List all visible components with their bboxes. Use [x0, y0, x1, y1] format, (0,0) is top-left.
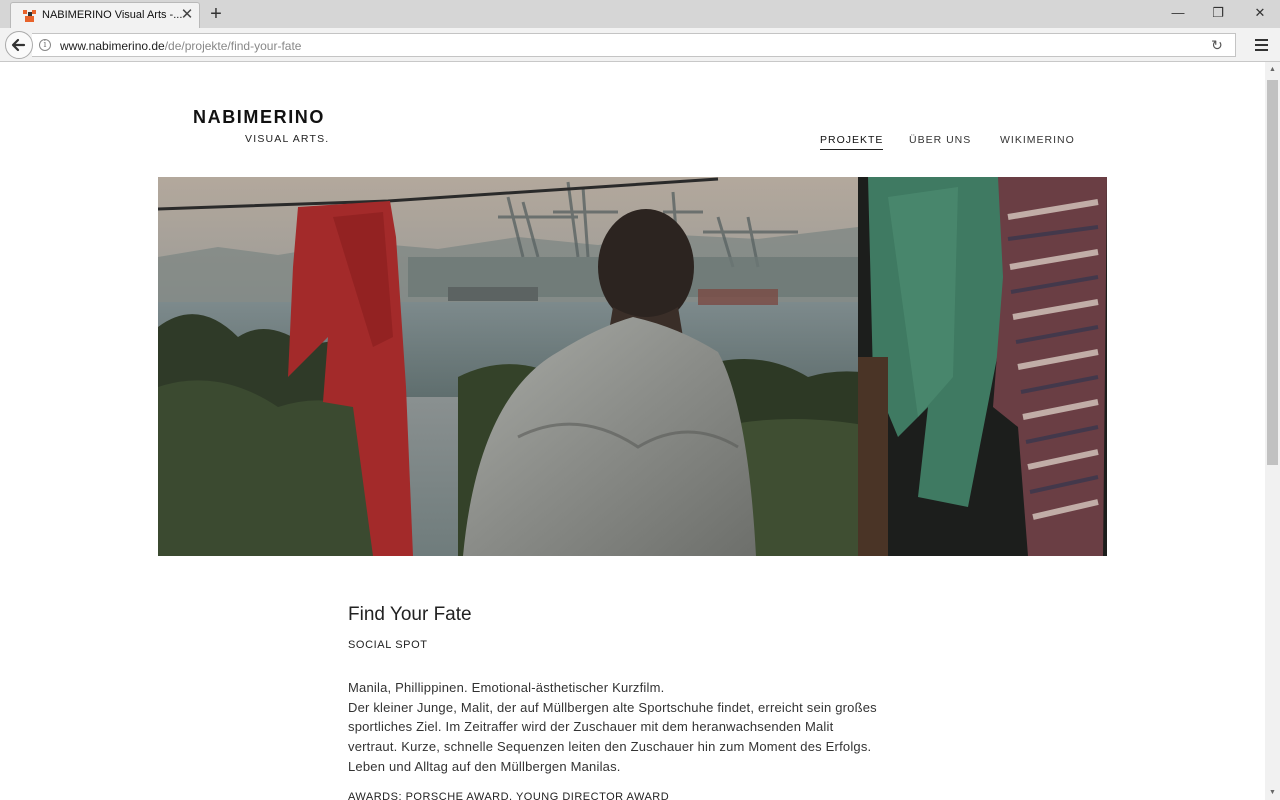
browser-tab-active[interactable]: NABIMERINO Visual Arts -... ✕ — [10, 2, 200, 28]
scroll-down-arrow-icon[interactable]: ▼ — [1265, 785, 1280, 800]
tab-title: NABIMERINO Visual Arts -... — [42, 9, 182, 21]
project-title: Find Your Fate — [348, 604, 472, 625]
url-path: /de/projekte/find-your-fate — [164, 39, 302, 53]
nabimerino-favicon-icon — [23, 10, 36, 22]
restore-icon[interactable]: ❐ — [1198, 0, 1238, 28]
scroll-up-arrow-icon[interactable]: ▲ — [1265, 62, 1280, 77]
nav-ueber-uns[interactable]: ÜBER UNS — [909, 134, 971, 146]
back-button[interactable] — [5, 31, 33, 59]
nav-projekte[interactable]: PROJEKTE — [820, 134, 884, 150]
logo-tagline: VISUAL ARTS. — [245, 133, 330, 145]
hero-image — [158, 177, 1107, 556]
project-description: Manila, Phillippinen. Emotional-ästhetis… — [348, 678, 928, 777]
minimize-icon[interactable]: — — [1158, 0, 1198, 28]
new-tab-plus-icon[interactable]: + — [205, 3, 227, 25]
hamburger-menu-icon[interactable] — [1250, 34, 1272, 56]
site-logo[interactable]: NABIMERINO VISUAL ARTS. — [193, 107, 328, 145]
info-icon[interactable]: i — [39, 39, 51, 51]
description-line: Leben und Alltag auf den Müllbergen Mani… — [348, 758, 621, 774]
reload-icon[interactable]: ↻ — [1208, 36, 1226, 54]
nav-wikimerino[interactable]: WIKIMERINO — [1000, 134, 1075, 146]
scrollbar-thumb[interactable] — [1267, 80, 1278, 465]
browser-tab-bar: NABIMERINO Visual Arts -... ✕ + — ❐ ✕ — [0, 0, 1280, 28]
back-arrow-icon — [11, 38, 26, 52]
logo-wordmark: NABIMERINO — [193, 107, 325, 127]
project-awards: AWARDS: PORSCHE AWARD, YOUNG DIRECTOR AW… — [348, 791, 670, 800]
url-text[interactable]: www.nabimerino.de/de/projekte/find-your-… — [60, 39, 301, 53]
url-host: www.nabimerino.de — [60, 39, 165, 53]
page-scrollbar[interactable]: ▲ ▼ — [1265, 62, 1280, 800]
description-line: Manila, Phillippinen. Emotional-ästhetis… — [348, 680, 665, 695]
description-line: vertraut. Kurze, schnelle Sequenzen leit… — [348, 739, 872, 755]
project-content: Find Your Fate SOCIAL SPOT Manila, Phill… — [348, 604, 928, 800]
window-close-icon[interactable]: ✕ — [1240, 0, 1280, 28]
tab-close-icon[interactable]: ✕ — [179, 6, 195, 24]
description-line: Der kleiner Junge, Malit, der auf Müllbe… — [348, 699, 877, 715]
browser-nav-bar: i www.nabimerino.de/de/projekte/find-you… — [0, 28, 1280, 62]
description-line: sportliches Ziel. Im Zeitraffer wird der… — [348, 719, 834, 735]
project-category: SOCIAL SPOT — [348, 639, 428, 651]
address-bar[interactable]: i www.nabimerino.de/de/projekte/find-you… — [32, 33, 1236, 57]
